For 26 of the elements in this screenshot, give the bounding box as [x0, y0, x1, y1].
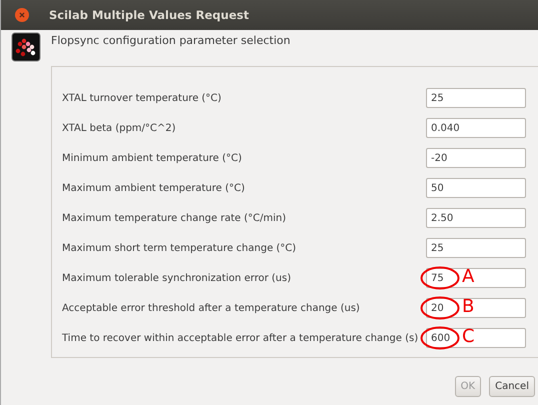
parameter-label: XTAL turnover temperature (°C) [62, 92, 222, 104]
annotation-ellipse [420, 326, 460, 350]
parameter-label: Maximum short term temperature change (°C) [62, 242, 296, 254]
dialog-button[interactable]: Cancel [489, 376, 535, 397]
parameter-label: Maximum temperature change rate (°C/min) [62, 212, 286, 224]
input-field[interactable]: 50 [426, 178, 526, 198]
input-field[interactable]: 25 [426, 88, 526, 108]
parameter-label: Time to recover within acceptable error after a temperature change (s) [62, 332, 418, 344]
annotation-letter: A [462, 266, 474, 288]
annotation-letter: C [462, 326, 475, 348]
parameter-label: Minimum ambient temperature (°C) [62, 152, 242, 164]
parameter-label: Maximum ambient temperature (°C) [62, 182, 245, 194]
input-field[interactable]: -20 [426, 148, 526, 168]
input-field[interactable]: 25 [426, 238, 526, 258]
app-icon [11, 32, 41, 62]
input-field[interactable]: 0.040 [426, 118, 526, 138]
parameter-label: Acceptable error threshold after a temperature change (us) [62, 302, 360, 314]
close-icon[interactable] [15, 8, 29, 22]
input-field[interactable]: 2.50 [426, 208, 526, 228]
annotation-letter: B [462, 296, 474, 318]
annotation-ellipse [420, 266, 460, 290]
dialog-heading: Flopsync configuration parameter selection [51, 33, 290, 47]
parameter-label: Maximum tolerable synchronization error (us) [62, 272, 291, 284]
window-title: Scilab Multiple Values Request [49, 8, 249, 22]
parameter-label: XTAL beta (ppm/°C^2) [62, 122, 176, 134]
annotation-ellipse [420, 296, 460, 320]
